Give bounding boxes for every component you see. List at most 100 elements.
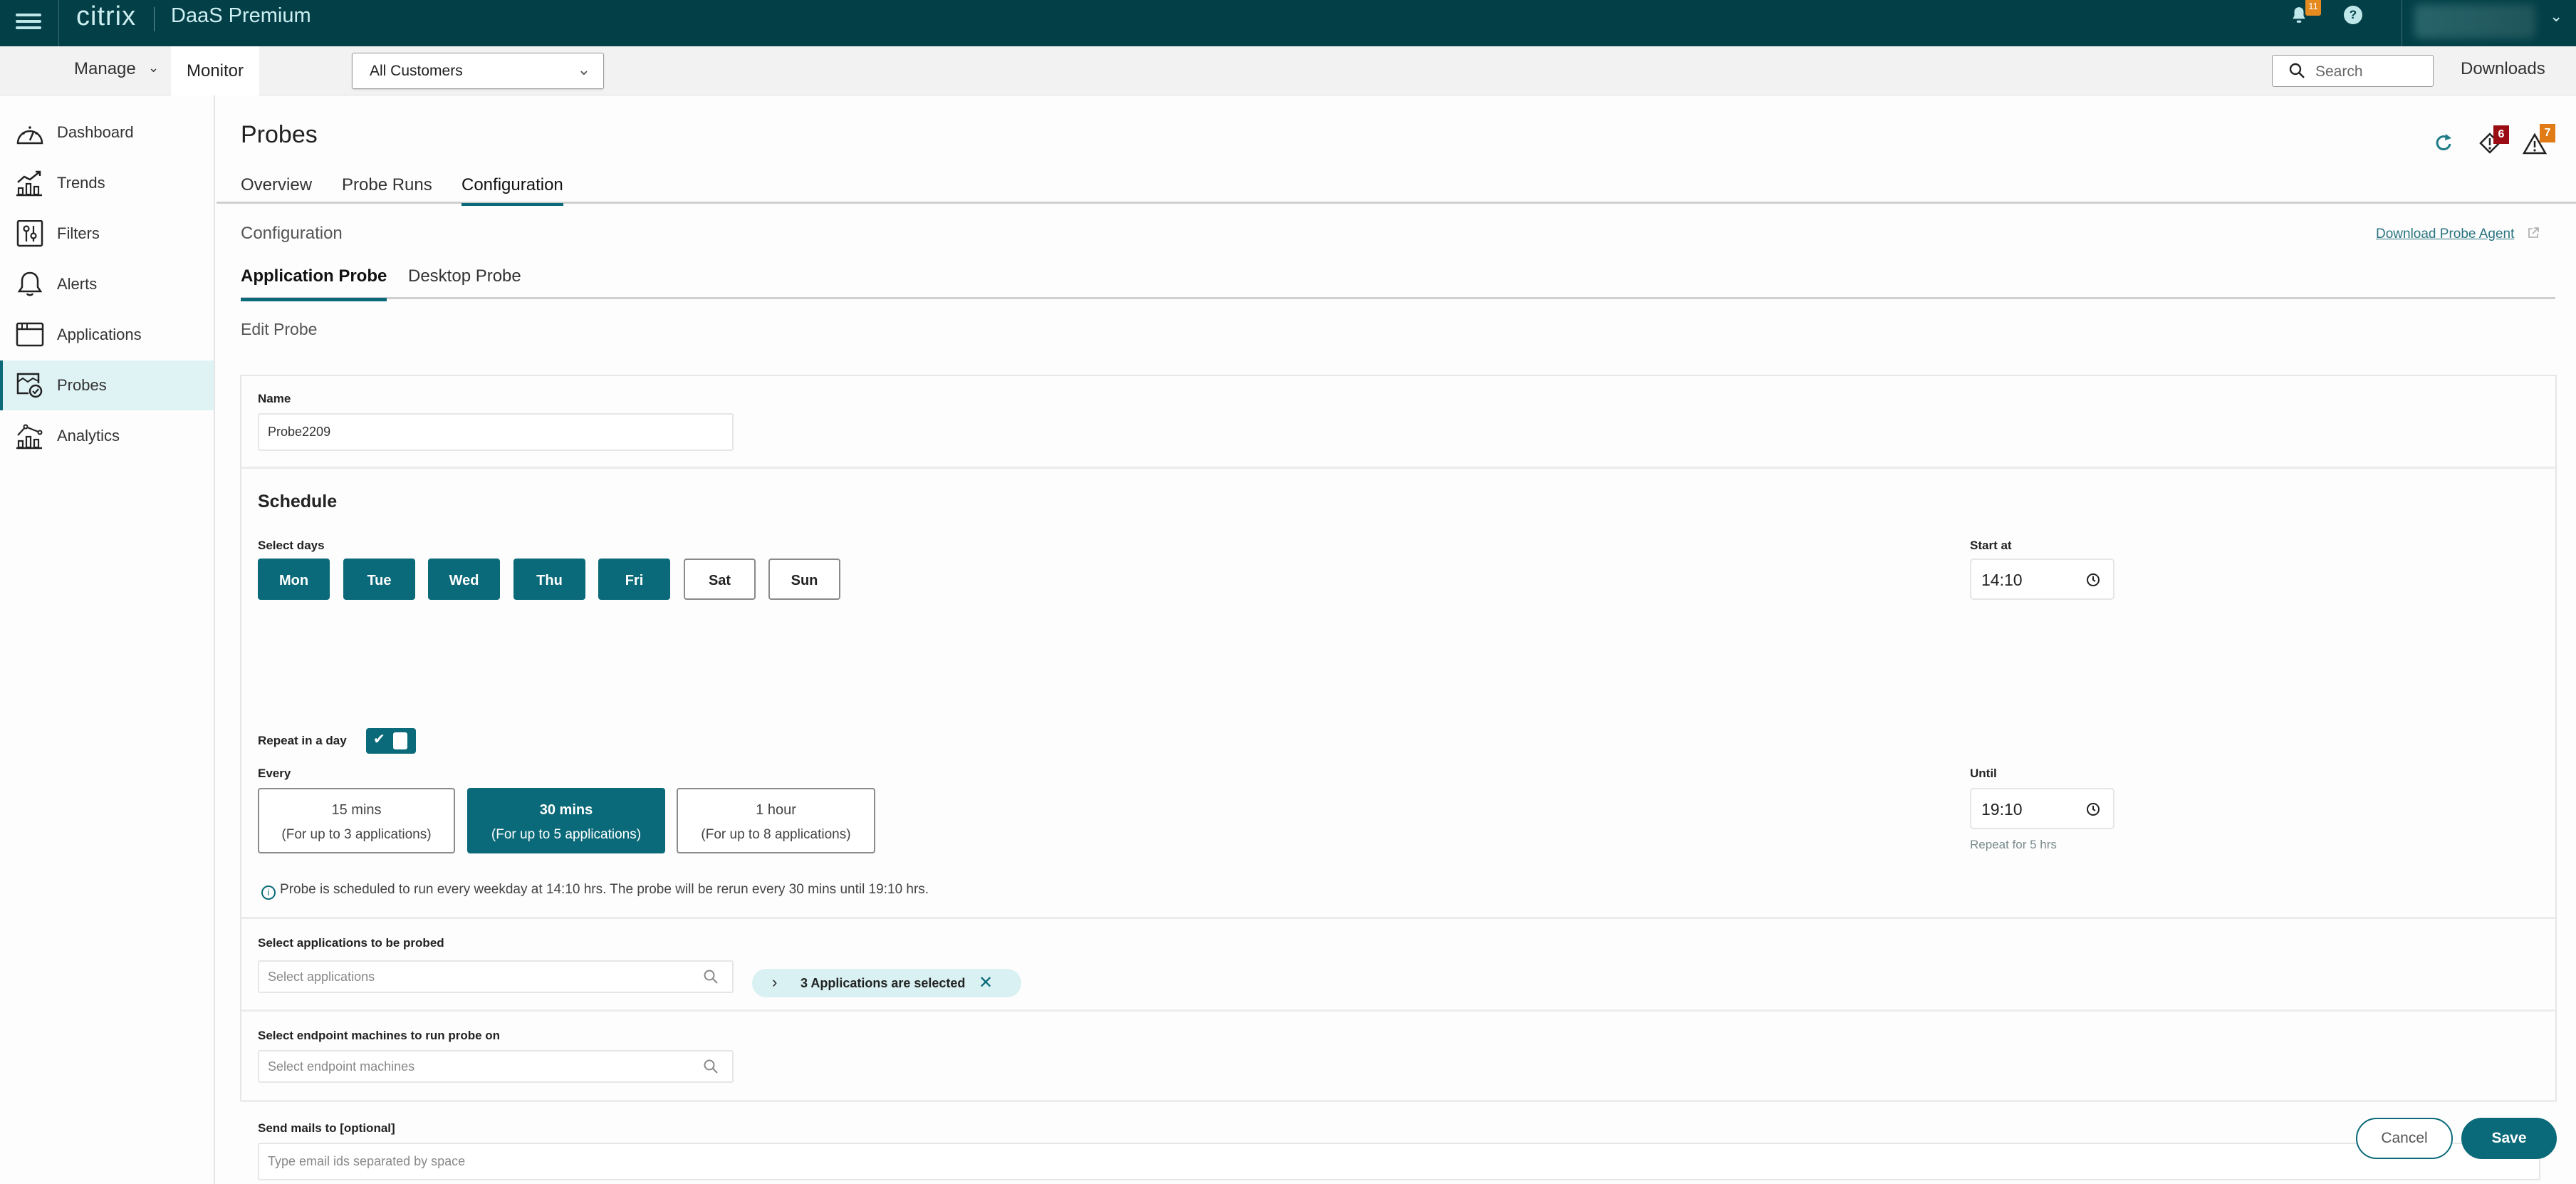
every-label: Every: [258, 767, 291, 780]
until-label: Until: [1970, 767, 1997, 780]
page-title: Probes: [241, 121, 318, 148]
divider: [241, 1100, 2555, 1102]
day-toggle-sat[interactable]: Sat: [684, 559, 756, 600]
interval-title: 1 hour: [756, 802, 796, 818]
interval-option-1-hour[interactable]: 1 hour (For up to 8 applications): [677, 788, 875, 853]
day-toggle-sun[interactable]: Sun: [768, 559, 840, 600]
schedule-heading: Schedule: [258, 492, 338, 511]
day-toggle-fri[interactable]: Fri: [598, 559, 670, 600]
sidebar-item-applications[interactable]: Applications: [0, 310, 214, 360]
edit-probe-heading: Edit Probe: [241, 320, 318, 338]
search-icon[interactable]: [703, 969, 719, 985]
cancel-button[interactable]: Cancel: [2356, 1118, 2453, 1159]
start-time-input[interactable]: 14:10: [1970, 559, 2114, 600]
customer-select[interactable]: All Customers ⌄: [352, 53, 604, 89]
edit-probe-form: Name Schedule Select days Mon Tue Wed Th…: [240, 375, 2557, 1180]
download-probe-agent-link[interactable]: Download Probe Agent: [2376, 227, 2514, 242]
divider: [241, 467, 2555, 469]
sidebar-item-label: Alerts: [57, 275, 98, 293]
external-link-icon: [2528, 227, 2539, 238]
probe-name-input[interactable]: [258, 413, 734, 451]
day-toggle-thu[interactable]: Thu: [513, 559, 585, 600]
tab-configuration[interactable]: Configuration: [462, 175, 563, 206]
sidebar-item-filters[interactable]: Filters: [0, 209, 214, 259]
tab-overview[interactable]: Overview: [241, 175, 312, 204]
clock-icon: [2087, 803, 2100, 816]
sidebar-item-label: Trends: [57, 174, 105, 192]
select-days-label: Select days: [258, 539, 325, 552]
sidebar-item-probes[interactable]: Probes: [0, 360, 214, 410]
sidebar-item-alerts[interactable]: Alerts: [0, 259, 214, 309]
divider: [58, 0, 59, 46]
tab-probe-runs[interactable]: Probe Runs: [342, 175, 432, 204]
selected-applications-chip[interactable]: › 3 Applications are selected ✕: [752, 969, 1021, 997]
filters-sliders-icon: [16, 220, 43, 247]
start-time-value: 14:10: [1981, 571, 2023, 589]
interval-subtitle: (For up to 3 applications): [281, 827, 432, 842]
downloads-link[interactable]: Downloads: [2461, 59, 2545, 79]
product-name: DaaS Premium: [171, 4, 311, 27]
repeat-in-day-toggle[interactable]: ✔: [366, 728, 416, 754]
clear-selection-close-icon[interactable]: ✕: [979, 972, 993, 993]
manage-menu[interactable]: Manage: [74, 59, 136, 79]
toggle-knob: [393, 732, 407, 749]
apps-label: Select applications to be probed: [258, 936, 444, 950]
until-time-value: 19:10: [1981, 800, 2023, 819]
endpoints-label: Select endpoint machines to run probe on: [258, 1029, 501, 1042]
global-search-input[interactable]: Search: [2272, 55, 2434, 87]
page-tabs: Overview Probe Runs Configuration: [217, 175, 2576, 206]
day-toggle-mon[interactable]: Mon: [258, 559, 330, 600]
sidebar-item-label: Applications: [57, 326, 142, 343]
bell-icon: [17, 271, 43, 296]
email-recipients-input[interactable]: [258, 1143, 2540, 1180]
chevron-right-icon[interactable]: ›: [772, 973, 777, 992]
probe-check-icon: [16, 373, 43, 398]
save-button[interactable]: Save: [2461, 1118, 2557, 1159]
checkmark-icon: ✔: [373, 732, 385, 747]
hamburger-menu-icon[interactable]: [16, 10, 41, 36]
interval-option-30-mins[interactable]: 30 mins (For up to 5 applications): [467, 788, 665, 853]
monitor-tab[interactable]: Monitor: [171, 46, 259, 95]
repeat-duration-hint: Repeat for 5 hrs: [1970, 838, 2057, 851]
search-placeholder: Search: [2315, 63, 2363, 80]
chevron-down-icon: ⌄: [577, 61, 590, 78]
day-toggle-tue[interactable]: Tue: [343, 559, 415, 600]
mail-label: Send mails to [optional]: [258, 1121, 395, 1135]
refresh-icon[interactable]: [2433, 133, 2454, 154]
sidebar-item-trends[interactable]: Trends: [0, 158, 214, 208]
main-content: Probes 6 7 Overview Probe Runs Configura…: [217, 95, 2576, 1184]
application-window-icon: [16, 322, 44, 347]
schedule-info: i Probe is scheduled to run every weekday…: [261, 882, 929, 900]
manage-chevron-down-icon[interactable]: ⌄: [148, 61, 159, 76]
account-chevron-down-icon[interactable]: ⌄: [2550, 7, 2562, 26]
sidebar-item-analytics[interactable]: Analytics: [0, 411, 214, 461]
sidebar-item-label: Filters: [57, 224, 100, 242]
search-icon[interactable]: [703, 1059, 719, 1074]
sidebar-item-label: Analytics: [57, 427, 120, 445]
citrix-logo: citrix: [76, 1, 137, 31]
customer-select-value: All Customers: [370, 63, 463, 79]
until-time-input[interactable]: 19:10: [1970, 788, 2114, 829]
name-label: Name: [258, 392, 291, 405]
dashboard-gauge-icon: [16, 126, 43, 145]
critical-alerts-badge: 6: [2493, 125, 2509, 144]
select-endpoint-machines-input[interactable]: [258, 1050, 734, 1083]
selected-applications-text: 3 Applications are selected: [801, 976, 966, 990]
start-at-label: Start at: [1970, 539, 2012, 552]
select-applications-input[interactable]: [258, 960, 734, 993]
interval-title: 15 mins: [331, 802, 382, 818]
divider: [241, 917, 2555, 919]
search-icon: [2289, 63, 2305, 78]
interval-option-15-mins[interactable]: 15 mins (For up to 3 applications): [258, 788, 455, 853]
tab-desktop-probe[interactable]: Desktop Probe: [408, 266, 521, 299]
interval-title: 30 mins: [539, 802, 593, 818]
tab-application-probe[interactable]: Application Probe: [241, 266, 387, 301]
user-account-blurred[interactable]: [2414, 4, 2535, 38]
warning-alerts-badge: 7: [2540, 124, 2555, 142]
secondary-nav-bar: Manage ⌄ Monitor All Customers ⌄ Search …: [0, 46, 2576, 95]
help-icon[interactable]: ?: [2344, 6, 2362, 24]
divider: [241, 1009, 2555, 1012]
schedule-info-text: Probe is scheduled to run every weekday …: [280, 882, 929, 897]
day-toggle-wed[interactable]: Wed: [428, 559, 500, 600]
sidebar-item-dashboard[interactable]: Dashboard: [0, 108, 214, 157]
